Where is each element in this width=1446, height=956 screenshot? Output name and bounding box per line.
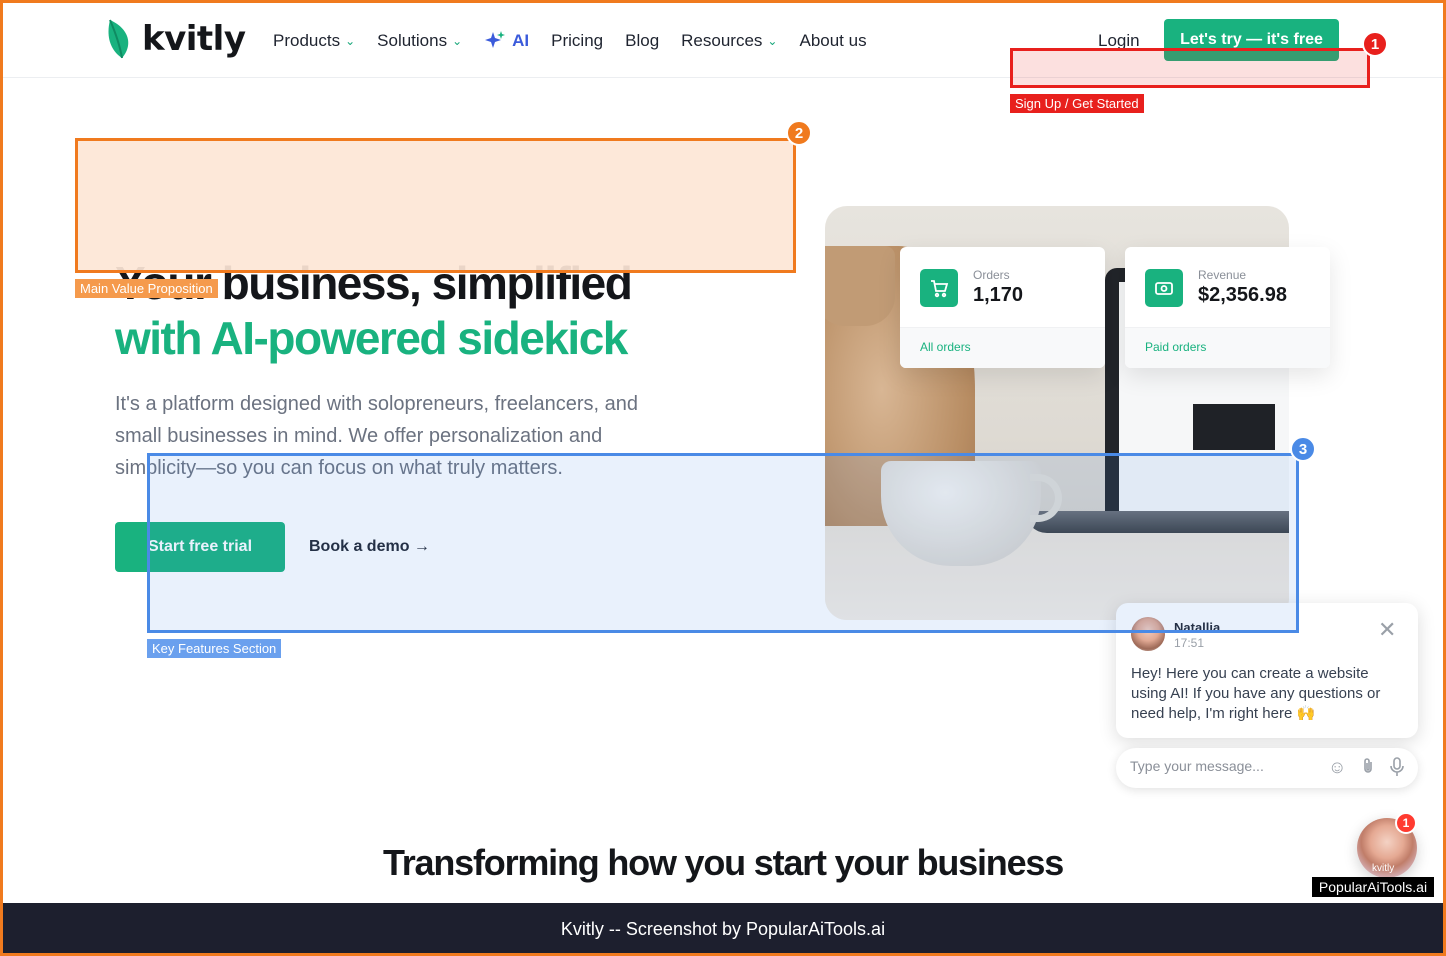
revenue-label: Revenue xyxy=(1198,268,1247,282)
all-orders-link[interactable]: All orders xyxy=(920,340,971,354)
nav-blog-label: Blog xyxy=(625,31,660,50)
paid-orders-link[interactable]: Paid orders xyxy=(1145,340,1206,354)
microphone-icon[interactable] xyxy=(1389,757,1405,782)
chat-input-bar: ☺ xyxy=(1116,748,1418,788)
nav-about-label: About us xyxy=(799,31,867,50)
revenue-value: $2,356.98 xyxy=(1198,284,1287,306)
nav-resources-label: Resources xyxy=(681,31,763,50)
leaf-logo-icon xyxy=(108,19,129,59)
message-time: 17:51 xyxy=(1174,636,1205,650)
emoji-icon[interactable]: ☺ xyxy=(1328,757,1346,778)
main-menu: Products ⌄ Solutions ⌄ AI Pricing Blog R… xyxy=(273,30,889,52)
logo[interactable]: kvitly xyxy=(106,18,246,60)
nav-solutions[interactable]: Solutions ⌄ xyxy=(377,30,462,52)
nav-ai-label: AI xyxy=(512,31,530,50)
chat-message-input[interactable] xyxy=(1130,758,1320,774)
orders-label: Orders xyxy=(973,268,1010,282)
watermark: PopularAiTools.ai xyxy=(1312,877,1434,897)
nav-pricing-label: Pricing xyxy=(551,31,604,50)
nav-products-label: Products xyxy=(273,31,341,50)
chevron-down-icon: ⌄ xyxy=(767,34,778,48)
chat-message: Hey! Here you can create a website using… xyxy=(1131,665,1381,722)
nav-solutions-label: Solutions xyxy=(377,31,448,50)
notification-badge: 1 xyxy=(1395,812,1417,834)
hero-title-line2: with AI-powered sidekick xyxy=(115,312,628,364)
orders-value: 1,170 xyxy=(973,284,1024,306)
orders-card: Orders 1,170 All orders xyxy=(900,247,1105,368)
logo-text: kvitly xyxy=(142,19,246,59)
nav-products[interactable]: Products ⌄ xyxy=(273,30,355,52)
sparkle-icon xyxy=(485,31,506,48)
nav-blog[interactable]: Blog xyxy=(625,30,659,52)
chevron-down-icon: ⌄ xyxy=(452,34,463,48)
cart-icon xyxy=(920,269,958,307)
cash-icon xyxy=(1145,269,1183,307)
nav-about[interactable]: About us xyxy=(799,30,866,52)
annotation-label: Main Value Proposition xyxy=(75,279,218,298)
annotation-box xyxy=(1010,48,1370,88)
annotation-number: 3 xyxy=(1290,436,1316,462)
nav-ai[interactable]: AI xyxy=(484,30,529,52)
chat-launcher-caption: kvitly xyxy=(1372,863,1395,874)
annotation-number: 2 xyxy=(786,120,812,146)
section-title: Transforming how you start your business xyxy=(382,842,1064,883)
screen-thumbnail xyxy=(1193,404,1275,450)
annotation-label: Sign Up / Get Started xyxy=(1010,94,1144,113)
annotation-number: 1 xyxy=(1362,31,1388,57)
close-icon[interactable]: ✕ xyxy=(1378,617,1396,643)
chat-launcher-button[interactable]: 1 kvitly xyxy=(1357,812,1417,878)
nav-pricing[interactable]: Pricing xyxy=(551,30,603,52)
chevron-down-icon: ⌄ xyxy=(345,34,356,48)
annotation-box xyxy=(75,138,796,273)
revenue-card: Revenue $2,356.98 Paid orders xyxy=(1125,247,1330,368)
annotation-label: Key Features Section xyxy=(147,639,282,658)
annotation-box xyxy=(147,453,1299,633)
nav-resources[interactable]: Resources ⌄ xyxy=(681,30,777,52)
footer-caption: Kvitly -- Screenshot by PopularAiTools.a… xyxy=(0,903,1446,956)
attachment-icon[interactable] xyxy=(1360,757,1376,780)
